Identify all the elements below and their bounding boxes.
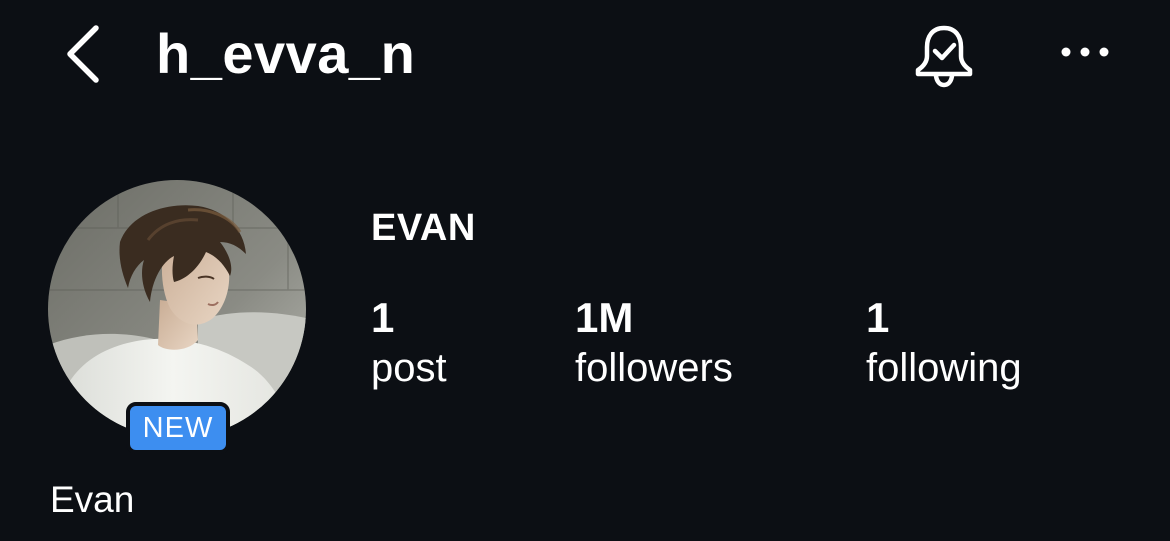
display-name: Evan: [50, 479, 135, 520]
notifications-button[interactable]: [908, 20, 980, 90]
posts-label: post: [371, 346, 447, 390]
more-options-button[interactable]: [1056, 32, 1116, 72]
following-stat[interactable]: 1 following: [866, 294, 1022, 394]
followers-count: 1M: [575, 294, 634, 341]
followers-stat[interactable]: 1M followers: [575, 294, 733, 394]
ellipsis-horizontal-icon: [1061, 47, 1109, 57]
profile-avatar-container: [48, 180, 306, 438]
posts-stat[interactable]: 1 post: [371, 294, 447, 394]
chevron-left-icon: [67, 25, 99, 83]
new-badge: NEW: [126, 402, 230, 454]
following-label: following: [866, 346, 1022, 390]
profile-name: EVAN: [371, 207, 476, 249]
bell-check-icon: [915, 25, 973, 88]
top-navigation-bar: h_evva_n: [0, 0, 1170, 110]
profile-username: h_evva_n: [156, 22, 416, 85]
back-button[interactable]: [58, 20, 110, 88]
following-count: 1: [866, 294, 890, 341]
followers-label: followers: [575, 346, 733, 390]
posts-count: 1: [371, 294, 395, 341]
avatar[interactable]: [48, 180, 306, 438]
avatar-photo: [48, 180, 306, 438]
